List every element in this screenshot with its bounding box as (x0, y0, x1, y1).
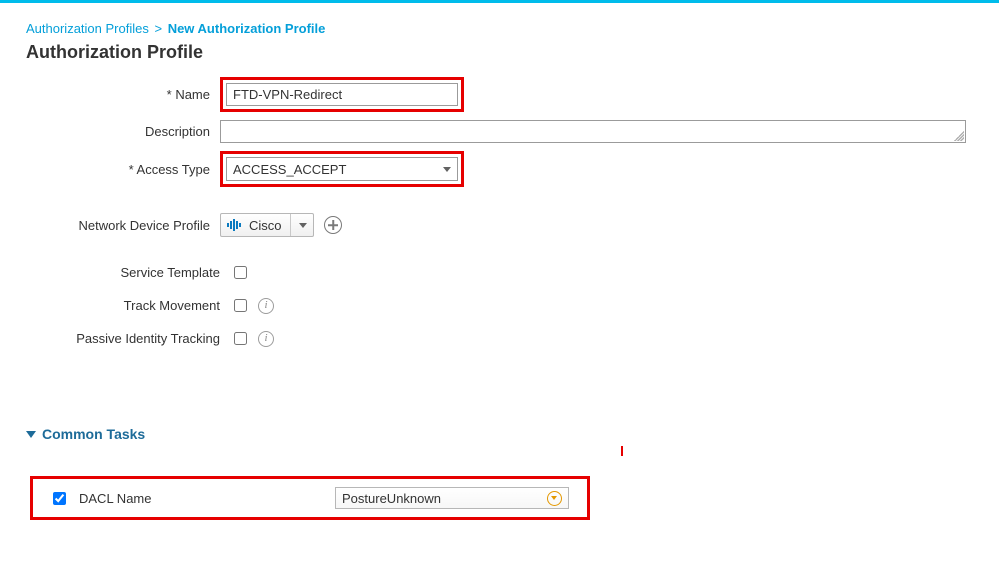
description-input[interactable] (220, 120, 966, 143)
service-template-checkbox[interactable] (234, 266, 247, 279)
collapse-triangle-icon (26, 431, 36, 438)
highlight-name (220, 77, 464, 112)
row-access-type: * Access Type ACCESS_ACCEPT (0, 151, 999, 187)
access-type-select[interactable]: ACCESS_ACCEPT (226, 157, 458, 181)
chevron-down-circle-icon (547, 491, 562, 506)
page-title: Authorization Profile (26, 42, 999, 63)
ndp-value: Cisco (249, 218, 282, 233)
common-tasks-title: Common Tasks (42, 426, 145, 442)
row-service-template: Service Template (0, 263, 999, 282)
access-type-value: ACCESS_ACCEPT (233, 162, 346, 177)
highlight-dacl: DACL Name PostureUnknown (30, 476, 590, 520)
row-name: * Name (0, 77, 999, 112)
passive-identity-label: Passive Identity Tracking (0, 331, 230, 346)
row-track-movement: Track Movement i (0, 296, 999, 315)
description-label: Description (0, 124, 220, 139)
name-label: * Name (0, 87, 220, 102)
chevron-down-icon (443, 167, 451, 172)
row-description: Description (0, 120, 999, 143)
ndp-select[interactable]: Cisco (220, 213, 314, 237)
accent-bar (0, 0, 999, 3)
breadcrumb-current: New Authorization Profile (168, 21, 326, 36)
highlight-access-type: ACCESS_ACCEPT (220, 151, 464, 187)
info-icon[interactable]: i (258, 298, 274, 314)
red-marker (621, 446, 623, 456)
service-template-label: Service Template (0, 265, 230, 280)
track-movement-label: Track Movement (0, 298, 230, 313)
dacl-select[interactable]: PostureUnknown (335, 487, 569, 509)
divider (290, 214, 291, 236)
cisco-logo-icon (227, 219, 243, 231)
breadcrumb: Authorization Profiles > New Authorizati… (0, 21, 999, 36)
row-dacl-name: DACL Name PostureUnknown (39, 487, 581, 509)
breadcrumb-parent-link[interactable]: Authorization Profiles (26, 21, 149, 36)
dacl-checkbox[interactable] (53, 492, 66, 505)
add-ndp-button[interactable] (324, 216, 342, 234)
name-input[interactable] (226, 83, 458, 106)
common-tasks-header[interactable]: Common Tasks (26, 426, 999, 442)
row-network-device-profile: Network Device Profile Cisco (0, 213, 999, 237)
passive-identity-checkbox[interactable] (234, 332, 247, 345)
dacl-label: DACL Name (79, 491, 151, 506)
dacl-value: PostureUnknown (342, 491, 441, 506)
ndp-label: Network Device Profile (0, 218, 220, 233)
row-passive-identity: Passive Identity Tracking i (0, 329, 999, 348)
chevron-down-icon (299, 223, 307, 228)
access-type-label: * Access Type (0, 162, 220, 177)
track-movement-checkbox[interactable] (234, 299, 247, 312)
breadcrumb-separator: > (152, 21, 164, 36)
info-icon[interactable]: i (258, 331, 274, 347)
